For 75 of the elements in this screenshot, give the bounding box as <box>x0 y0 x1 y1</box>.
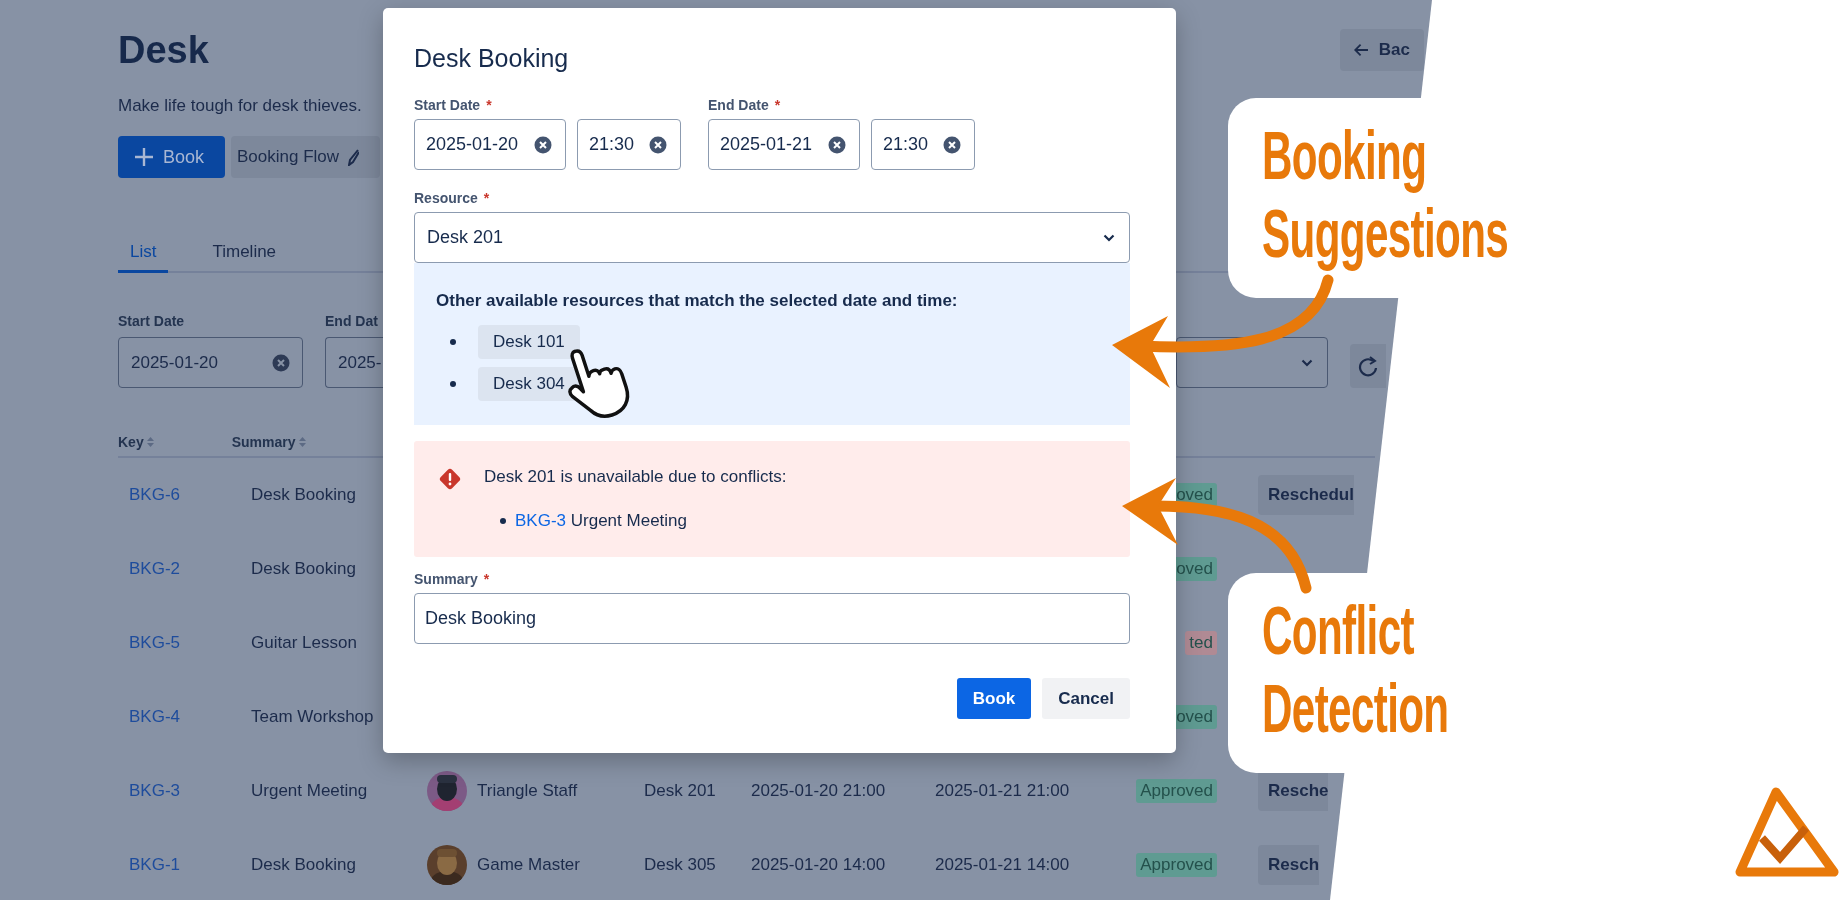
dialog-title: Desk Booking <box>414 44 570 73</box>
view-tab[interactable]: Timeline <box>200 236 289 273</box>
summary-field[interactable]: Desk Booking <box>414 593 1130 644</box>
chevron-down-icon <box>1103 233 1115 242</box>
booking-key-link[interactable]: BKG-1 <box>118 855 181 875</box>
summary-cell-text: Team Workshop <box>251 707 375 727</box>
resource-chip[interactable]: Desk 101 <box>478 325 580 359</box>
date-field[interactable]: 2025-01-21 <box>708 119 860 170</box>
booking-key-link[interactable]: BKG-5 <box>118 633 181 653</box>
date-field[interactable]: 2025-01-20 <box>118 337 303 388</box>
booking-key-link[interactable]: BKG-2 <box>118 559 181 579</box>
conflict-message: Desk 201 is unavailable due to conflicts: <box>484 467 787 487</box>
booking-key-link[interactable]: BKG-4 <box>118 707 181 727</box>
callout-title: Conflict Detection <box>1262 591 1450 747</box>
column-header[interactable]: Summary <box>231 434 306 450</box>
start-cell-text: 2025-01-20 14:00 <box>751 855 887 875</box>
field-label: Summary * <box>414 571 491 587</box>
summary-cell-text: Desk Booking <box>251 855 357 875</box>
field-label: End Date * <box>708 97 782 113</box>
back-button[interactable]: Bac <box>1340 29 1424 71</box>
reschedule-button[interactable]: Resch <box>1258 845 1320 885</box>
chevron-down-icon <box>1301 358 1313 367</box>
status-badge: Approved <box>1136 853 1217 877</box>
clear-icon[interactable] <box>272 353 290 372</box>
booking-key-link[interactable]: BKG-6 <box>118 485 181 505</box>
reschedule-button[interactable]: Resche <box>1258 771 1329 811</box>
page-title: Desk <box>118 28 209 73</box>
clear-icon[interactable] <box>534 135 552 154</box>
pencil-icon <box>348 148 360 166</box>
cancel-button[interactable]: Cancel <box>1042 678 1130 719</box>
summary-cell-text: Guitar Lesson <box>251 633 358 653</box>
summary-cell-text: Desk Booking <box>251 485 357 505</box>
booking-flow-button[interactable]: Booking Flow <box>231 136 380 178</box>
start-cell-text: 2025-01-20 21:00 <box>751 781 887 801</box>
reschedule-button[interactable]: Reschedul <box>1258 475 1354 515</box>
column-header[interactable]: Key <box>118 434 154 450</box>
bullet-icon <box>450 339 456 345</box>
booking-key-link[interactable]: BKG-3 <box>515 511 567 530</box>
status-badge: ted <box>1185 631 1217 655</box>
refresh-button[interactable] <box>1350 344 1386 388</box>
bullet-icon <box>500 518 506 524</box>
page-subtitle: Make life tough for desk thieves. <box>118 96 362 116</box>
book-button[interactable]: Book <box>118 136 225 178</box>
logo-icon <box>1735 787 1839 877</box>
field-label: Resource * <box>414 190 491 206</box>
callout-title: Booking Suggestions <box>1262 116 1510 272</box>
resource-cell-text: Desk 305 <box>644 855 717 875</box>
filter-label: Start Date <box>118 313 186 329</box>
view-tab[interactable]: List <box>118 236 169 273</box>
arrow-left-icon <box>1354 42 1369 58</box>
booking-key-link[interactable]: BKG-3 <box>118 781 181 801</box>
person-cell: Game Master <box>477 855 580 875</box>
summary-cell-text: Urgent Meeting <box>251 781 369 801</box>
clear-icon[interactable] <box>828 135 846 154</box>
filter-label: End Dat <box>325 313 379 329</box>
end-cell-text: 2025-01-21 21:00 <box>935 781 1071 801</box>
time-field[interactable]: 21:30 <box>871 119 975 170</box>
plus-icon <box>134 147 154 167</box>
status-badge: Approved <box>1136 779 1217 803</box>
field-label: Start Date * <box>414 97 493 113</box>
summary-cell-text: Desk Booking <box>251 559 357 579</box>
clear-icon[interactable] <box>649 135 667 154</box>
clear-icon[interactable] <box>943 135 961 154</box>
time-field[interactable]: 21:30 <box>577 119 681 170</box>
resource-cell-text: Desk 201 <box>644 781 717 801</box>
resource-select[interactable]: Desk 201 <box>414 212 1130 263</box>
bullet-icon <box>450 381 456 387</box>
date-field[interactable]: 2025-01-20 <box>414 119 566 170</box>
book-button[interactable]: Book <box>956 678 1032 719</box>
person-cell: Triangle Staff <box>477 781 578 801</box>
suggestions-heading: Other available resources that match the selected date and time: <box>436 291 959 311</box>
refresh-icon <box>1358 355 1378 377</box>
conflict-item: BKG-3 Urgent Meeting <box>515 511 687 531</box>
hand-cursor-icon <box>568 349 630 418</box>
end-cell-text: 2025-01-21 14:00 <box>935 855 1071 875</box>
